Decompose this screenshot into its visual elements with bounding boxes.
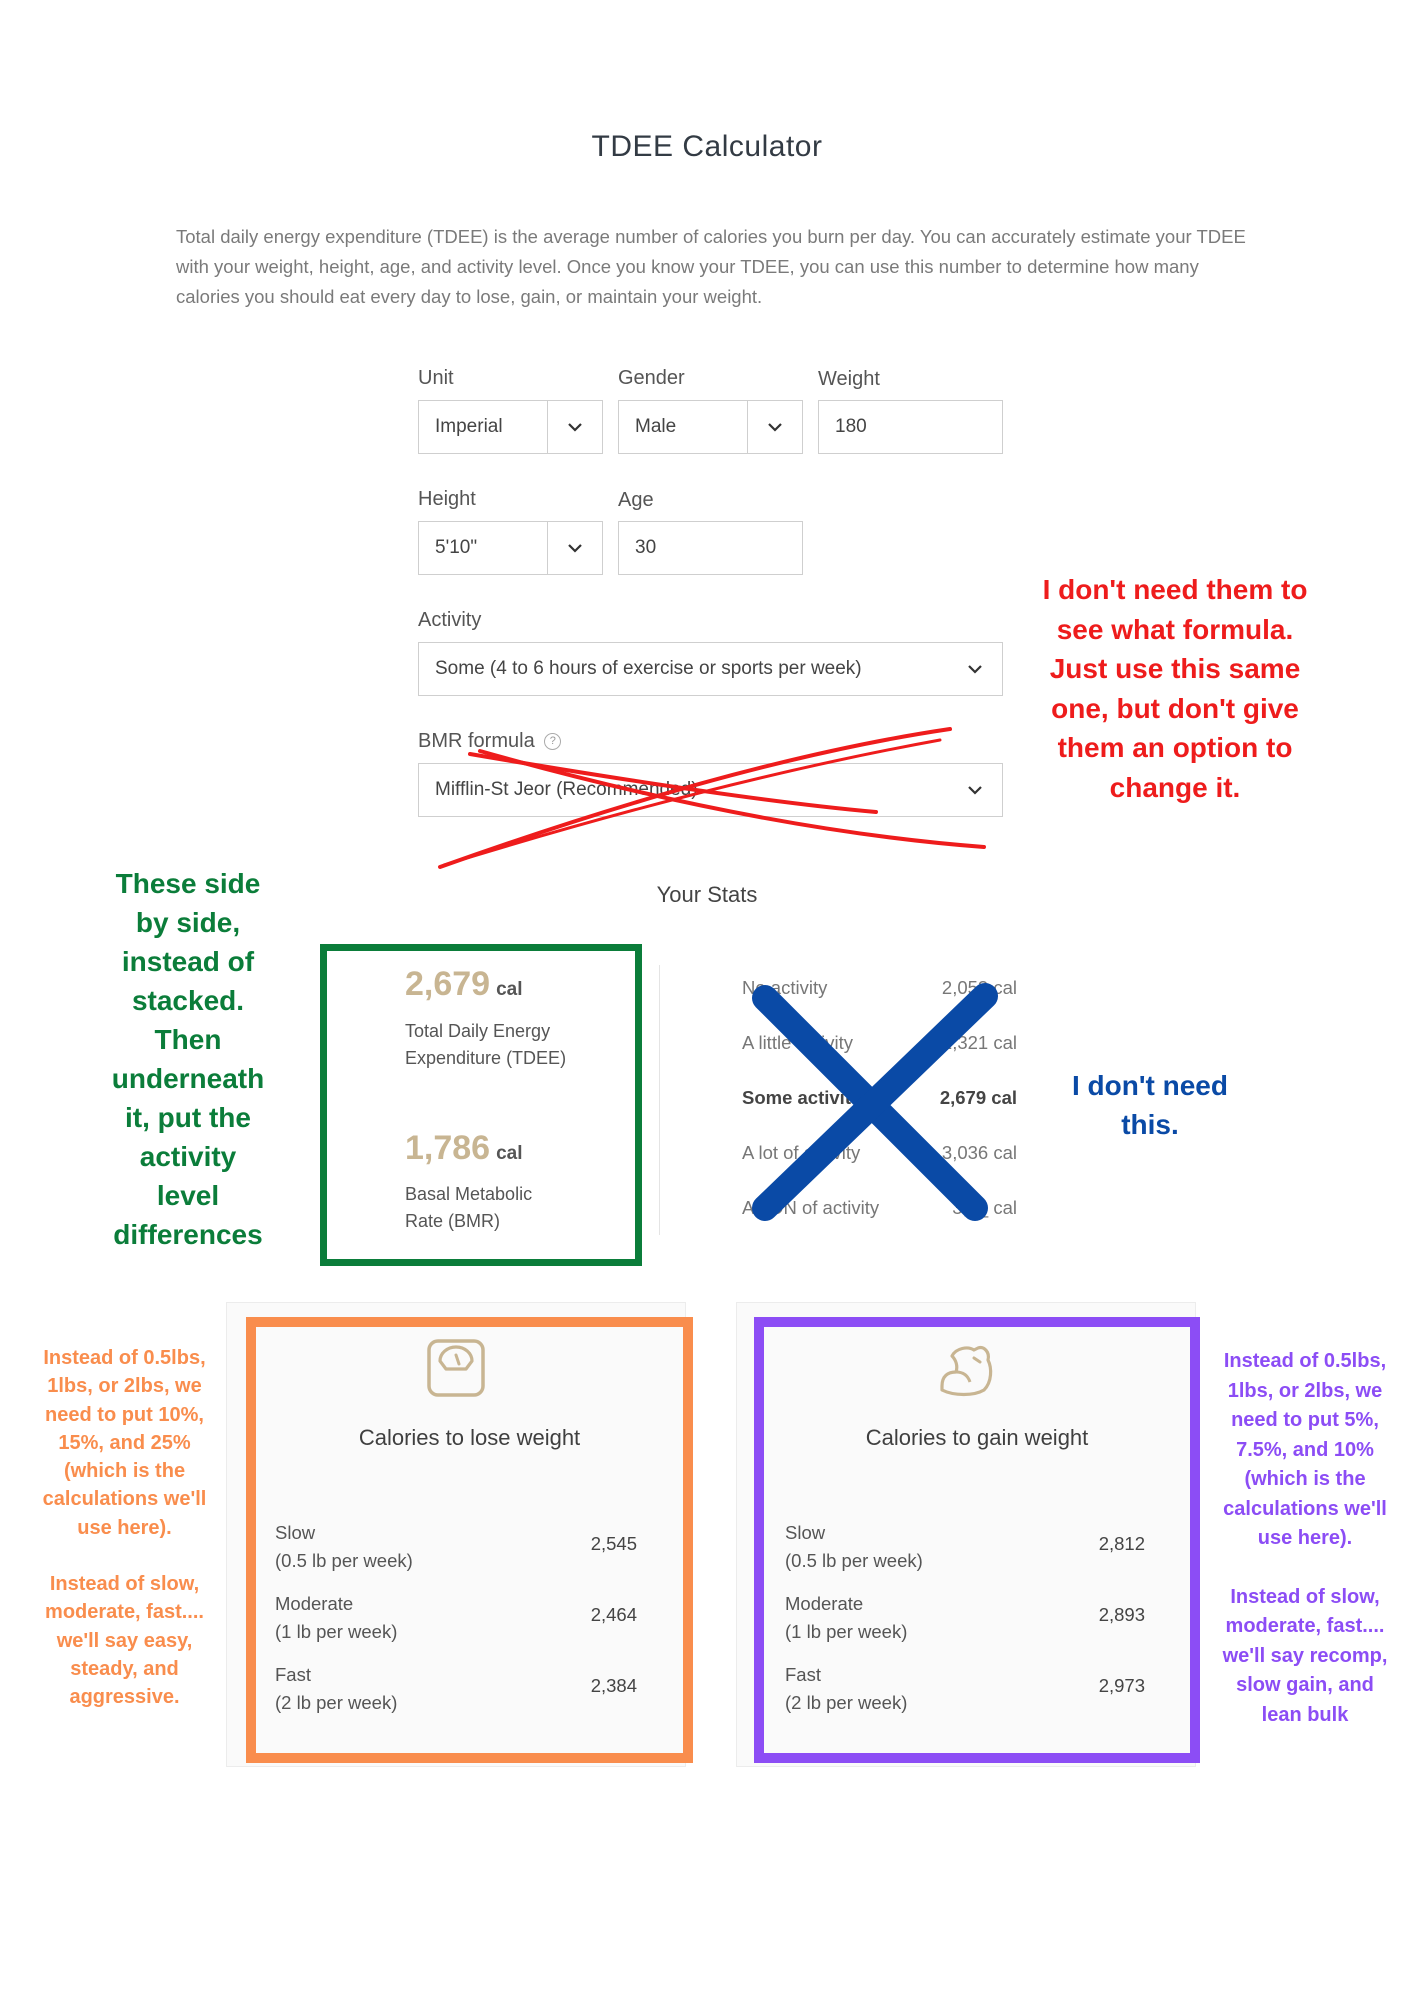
tdee-value: 2,679 cal: [405, 965, 523, 1003]
gain-weight-title: Calories to gain weight: [865, 1425, 1089, 1450]
chevron-down-icon: [747, 401, 802, 453]
gain-rate-fast-value: 2,973: [1098, 1675, 1145, 1696]
lose-rate-fast-value: 2,384: [590, 1675, 637, 1696]
activity-select-value: Some (4 to 6 hours of exercise or sports…: [435, 658, 862, 679]
blue-x-mark: [752, 983, 998, 1221]
page-title: TDEE Calculator: [591, 130, 823, 163]
stats-divider: [659, 965, 660, 1235]
scale-icon: [427, 1339, 485, 1397]
unit-label: Unit: [418, 367, 454, 389]
activity-label: Activity: [418, 609, 482, 631]
activity-select[interactable]: Some (4 to 6 hours of exercise or sports…: [418, 642, 1003, 696]
gender-select-value: Male: [635, 416, 677, 437]
weight-label: Weight: [818, 368, 880, 390]
height-select[interactable]: 5'10": [418, 521, 603, 575]
formula-note: I don't need them to see what formula. J…: [1042, 574, 1308, 803]
weight-input[interactable]: 180: [818, 400, 1003, 454]
gain-rate-moderate-value: 2,893: [1098, 1604, 1145, 1625]
unit-select-value: Imperial: [435, 416, 503, 437]
weight-input-value: 180: [835, 416, 867, 437]
lose-rate-moderate: Moderate (1 lb per week): [275, 1593, 398, 1642]
lose-rate-slow-value: 2,545: [590, 1533, 637, 1554]
chevron-down-icon: [547, 522, 602, 574]
gain-rate-fast: Fast (2 lb per week): [785, 1664, 908, 1713]
age-label: Age: [618, 489, 654, 511]
tdee-description: Total Daily Energy Expenditure (TDEE): [405, 1021, 567, 1068]
page-intro: Total daily energy expenditure (TDEE) is…: [176, 226, 1246, 307]
lose-weight-title: Calories to lose weight: [358, 1425, 581, 1450]
flexed-arm-icon: [940, 1346, 993, 1397]
gain-note: Instead of 0.5lbs, 1lbs, or 2lbs, we nee…: [1222, 1350, 1388, 1726]
chevron-down-icon: [948, 643, 1002, 695]
gain-rate-moderate: Moderate (1 lb per week): [785, 1593, 908, 1642]
lose-rate-moderate-value: 2,464: [590, 1604, 637, 1625]
age-input[interactable]: 30: [618, 521, 803, 575]
dont-need-note: I don't need this.: [1072, 1070, 1228, 1140]
height-label: Height: [418, 488, 476, 510]
unit-select[interactable]: Imperial: [418, 400, 603, 454]
chevron-down-icon: [547, 401, 602, 453]
lose-note: Instead of 0.5lbs, 1lbs, or 2lbs, we nee…: [42, 1347, 207, 1709]
bmr-description: Basal Metabolic Rate (BMR): [405, 1184, 533, 1231]
gender-label: Gender: [618, 367, 685, 389]
side-by-side-note: These side by side, instead of stacked. …: [111, 868, 265, 1250]
lose-rate-slow: Slow (0.5 lb per week): [275, 1522, 413, 1571]
red-cross-out-mark: [438, 727, 986, 869]
gender-select[interactable]: Male: [618, 400, 803, 454]
bmr-value: 1,786 cal: [405, 1129, 523, 1167]
age-input-value: 30: [635, 537, 657, 558]
gain-rate-slow-value: 2,812: [1098, 1533, 1145, 1554]
gain-rate-slow: Slow (0.5 lb per week): [785, 1522, 923, 1571]
height-select-value: 5'10": [435, 537, 478, 558]
lose-rate-fast: Fast (2 lb per week): [275, 1664, 398, 1713]
